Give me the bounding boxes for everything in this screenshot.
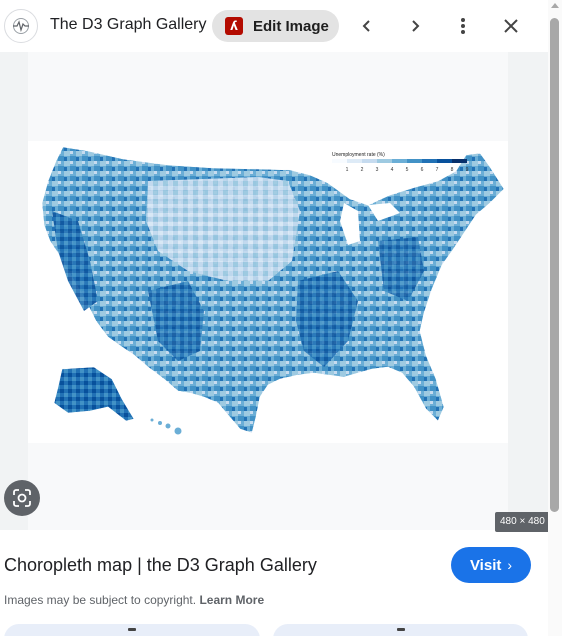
legend-tick-label: 3 [376,167,379,173]
scrollbar-thumb[interactable] [550,18,559,512]
chevron-right-icon[interactable] [401,12,429,40]
legend-swatch [452,159,467,163]
legend-swatch [392,159,407,163]
us-map-graphic: Unemployment rate (%) 1 2 3 4 5 6 7 8 9 [41,146,505,435]
legend-tick-label: 7 [436,167,439,173]
legend-swatch [347,159,362,163]
edit-image-label: Edit Image [253,17,329,35]
legend-title: Unemployment rate (%) [332,152,385,158]
legend-tick-label: 5 [406,167,409,173]
map-legend: Unemployment rate (%) 1 2 3 4 5 6 7 8 9 [332,152,469,173]
more-vert-icon[interactable] [449,12,477,40]
legend-swatch [362,159,377,163]
scroll-up-arrow-icon[interactable] [551,3,559,8]
pdf-icon: ʎ [225,17,243,35]
legend-swatch [407,159,422,163]
choropleth-map-image[interactable]: Unemployment rate (%) 1 2 3 4 5 6 7 8 9 [28,141,508,443]
hawaii-shape [150,418,182,435]
legend-tick-label: 8 [451,167,454,173]
share-button[interactable] [4,624,260,636]
chevron-left-icon[interactable] [353,12,381,40]
edit-image-button[interactable]: ʎ Edit Image [212,10,339,42]
visit-label: Visit [469,556,502,574]
image-dimensions-badge: 480 × 480 [495,512,550,532]
site-name[interactable]: The D3 Graph Gallery [50,16,207,34]
close-icon[interactable] [497,12,525,40]
legend-tick-label: 1 [346,167,349,173]
copyright-text: Images may be subject to copyright. [4,593,197,607]
image-viewer: The D3 Graph Gallery ʎ Edit Image Unempl… [0,0,585,636]
google-lens-icon[interactable] [4,480,40,516]
legend-swatch [377,159,392,163]
legend-tick-label: 4 [391,167,394,173]
viewer-header: The D3 Graph Gallery ʎ Edit Image [0,0,548,52]
legend-swatch [437,159,452,163]
alaska-shape [53,366,135,422]
legend-tick-label: 2 [361,167,364,173]
copyright-notice: Images may be subject to copyright. Lear… [4,593,264,607]
legend-swatch [332,159,347,163]
visit-button[interactable]: Visit › [451,547,531,583]
chevron-right-icon: › [507,557,513,573]
result-title[interactable]: Choropleth map | the D3 Graph Gallery [4,555,317,576]
learn-more-link[interactable]: Learn More [199,593,264,607]
legend-swatch [422,159,437,163]
activity-icon[interactable] [4,9,38,43]
bookmark-icon [396,628,405,631]
save-button[interactable] [273,624,528,636]
legend-tick-label: 9 [466,167,469,173]
share-icon [128,628,136,631]
legend-tick-label: 6 [421,167,424,173]
